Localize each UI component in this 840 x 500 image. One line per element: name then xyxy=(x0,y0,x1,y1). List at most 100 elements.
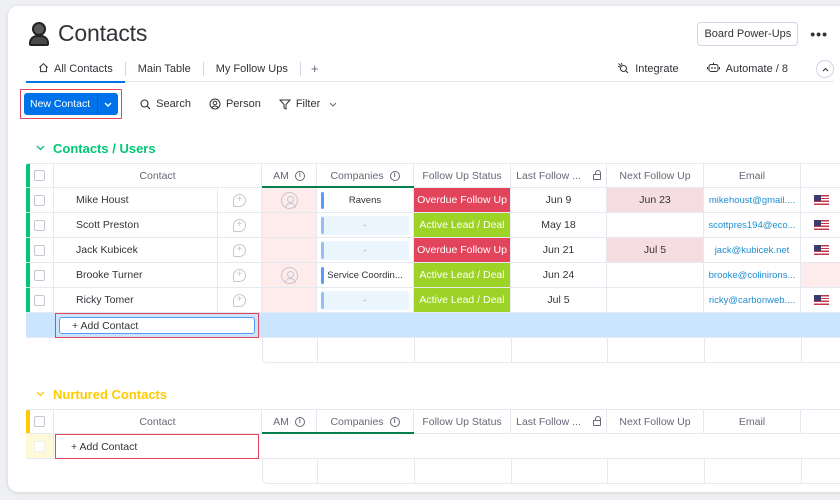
am-cell[interactable] xyxy=(262,238,317,262)
email-link[interactable]: jack@kubicek.net xyxy=(704,238,801,262)
am-cell[interactable] xyxy=(262,188,317,212)
status-cell[interactable]: Overdue Follow Up xyxy=(414,238,511,262)
add-update-button[interactable]: + xyxy=(218,213,262,237)
info-icon[interactable]: i xyxy=(389,170,400,181)
search-button[interactable]: Search xyxy=(140,98,191,110)
column-header-status[interactable]: Follow Up Status xyxy=(414,410,511,433)
automate-button[interactable]: Automate / 8 xyxy=(706,62,788,76)
company-link[interactable]: - xyxy=(321,215,409,235)
column-header-country[interactable] xyxy=(801,410,840,433)
person-icon xyxy=(28,21,50,46)
add-contact-input[interactable]: + Add Contact xyxy=(59,317,255,334)
table-row[interactable]: Mike Houst + Ravens Overdue Follow Up Jun 9J… xyxy=(26,188,840,213)
column-header-status[interactable]: Follow Up Status xyxy=(414,164,511,187)
chevron-down-icon[interactable] xyxy=(36,143,45,154)
board-power-ups-button[interactable]: Board Power-Ups xyxy=(697,22,799,46)
companies-cell[interactable]: - xyxy=(317,213,414,237)
column-header-last-follow[interactable]: Last Follow ... xyxy=(511,410,607,433)
table-row[interactable]: Scott Preston + - Active Lead / Deal May 18 s… xyxy=(26,213,840,238)
column-header-companies[interactable]: Companies i xyxy=(317,410,414,433)
new-contact-button[interactable]: New Contact xyxy=(24,93,119,115)
column-header-email[interactable]: Email xyxy=(704,164,801,187)
email-link[interactable]: mikehoust@gmail.... xyxy=(704,188,801,212)
tab-my-follow-ups[interactable]: My Follow Ups xyxy=(204,56,300,82)
status-cell[interactable]: Active Lead / Deal xyxy=(414,213,511,237)
contact-name-cell[interactable]: Scott Preston xyxy=(54,213,218,237)
info-icon[interactable]: i xyxy=(294,170,305,181)
row-checkbox[interactable] xyxy=(26,213,54,237)
company-link[interactable]: - xyxy=(321,240,409,260)
row-checkbox[interactable] xyxy=(26,288,54,312)
group-title-nurtured-contacts[interactable]: Nurtured Contacts xyxy=(36,387,167,402)
contact-name-cell[interactable]: Jack Kubicek xyxy=(54,238,218,262)
row-checkbox[interactable] xyxy=(26,263,54,287)
next-follow-up-cell[interactable] xyxy=(607,263,704,287)
chevron-down-icon[interactable] xyxy=(36,389,45,400)
info-icon[interactable]: i xyxy=(294,416,305,427)
select-all-checkbox[interactable] xyxy=(26,164,54,187)
status-cell[interactable]: Active Lead / Deal xyxy=(414,288,511,312)
new-contact-label[interactable]: New Contact xyxy=(24,93,99,115)
column-header-next-follow[interactable]: Next Follow Up xyxy=(607,410,704,433)
tab-all-contacts[interactable]: All Contacts xyxy=(26,56,125,83)
column-header-am[interactable]: AM i xyxy=(262,410,317,433)
chevron-down-icon[interactable] xyxy=(329,102,337,107)
companies-cell[interactable]: Ravens xyxy=(317,188,414,212)
status-cell[interactable]: Overdue Follow Up xyxy=(414,188,511,212)
contact-name-cell[interactable]: Brooke Turner xyxy=(54,263,218,287)
country-cell[interactable] xyxy=(801,238,840,262)
company-link[interactable]: Service Coordin... xyxy=(321,266,409,285)
next-follow-up-cell[interactable] xyxy=(607,213,704,237)
person-filter-button[interactable]: Person xyxy=(209,98,261,110)
row-checkbox[interactable] xyxy=(26,238,54,262)
table-row[interactable]: Jack Kubicek + - Overdue Follow Up Jun 21 Jul… xyxy=(26,238,840,263)
chevron-down-icon[interactable] xyxy=(98,93,118,115)
am-cell[interactable] xyxy=(262,288,317,312)
select-all-checkbox[interactable] xyxy=(26,410,54,433)
country-cell[interactable] xyxy=(801,288,840,312)
companies-cell[interactable]: Service Coordin... xyxy=(317,263,414,287)
email-link[interactable]: brooke@colinirons... xyxy=(704,263,801,287)
integrate-button[interactable]: Integrate xyxy=(617,62,679,77)
filter-button[interactable]: Filter xyxy=(278,98,337,110)
add-update-button[interactable]: + xyxy=(218,288,262,312)
table-row[interactable]: Brooke Turner + Service Coordin... Active L… xyxy=(26,263,840,288)
company-link[interactable]: - xyxy=(321,290,409,310)
companies-cell[interactable]: - xyxy=(317,288,414,312)
next-follow-up-cell[interactable]: Jul 5 xyxy=(607,238,704,262)
add-update-button[interactable]: + xyxy=(218,263,262,287)
column-header-am[interactable]: AM i xyxy=(262,164,317,187)
next-follow-up-cell[interactable]: Jun 23 xyxy=(607,188,704,212)
tab-main-table[interactable]: Main Table xyxy=(126,56,203,82)
email-link[interactable]: scottpres194@eco... xyxy=(704,213,801,237)
email-link[interactable]: ricky@carbonweb.... xyxy=(704,288,801,312)
companies-cell[interactable]: - xyxy=(317,238,414,262)
next-follow-up-cell[interactable] xyxy=(607,288,704,312)
info-icon[interactable]: i xyxy=(389,416,400,427)
more-options-icon[interactable]: ••• xyxy=(810,26,828,42)
collapse-header-button[interactable] xyxy=(816,60,834,78)
country-cell[interactable] xyxy=(801,213,840,237)
column-header-contact[interactable]: Contact xyxy=(54,410,262,433)
add-view-button[interactable]: + xyxy=(301,61,329,76)
country-cell[interactable] xyxy=(801,263,840,287)
add-update-button[interactable]: + xyxy=(218,188,262,212)
column-header-next-follow[interactable]: Next Follow Up xyxy=(607,164,704,187)
contact-name-cell[interactable]: Mike Houst xyxy=(54,188,218,212)
am-cell[interactable] xyxy=(262,263,317,287)
add-update-button[interactable]: + xyxy=(218,238,262,262)
row-checkbox[interactable] xyxy=(26,188,54,212)
column-header-email[interactable]: Email xyxy=(704,410,801,433)
company-link[interactable]: Ravens xyxy=(321,191,409,210)
am-cell[interactable] xyxy=(262,213,317,237)
column-header-contact[interactable]: Contact xyxy=(54,164,262,187)
table-row[interactable]: Ricky Tomer + - Active Lead / Deal Jul 5 rick… xyxy=(26,288,840,313)
column-header-country[interactable] xyxy=(801,164,840,187)
status-cell[interactable]: Active Lead / Deal xyxy=(414,263,511,287)
group-title-contacts-users[interactable]: Contacts / Users xyxy=(36,141,156,156)
column-header-last-follow[interactable]: Last Follow ... xyxy=(511,164,607,187)
add-contact-input[interactable]: + Add Contact xyxy=(59,438,255,455)
contact-name-cell[interactable]: Ricky Tomer xyxy=(54,288,218,312)
country-cell[interactable] xyxy=(801,188,840,212)
column-header-companies[interactable]: Companies i xyxy=(317,164,414,187)
